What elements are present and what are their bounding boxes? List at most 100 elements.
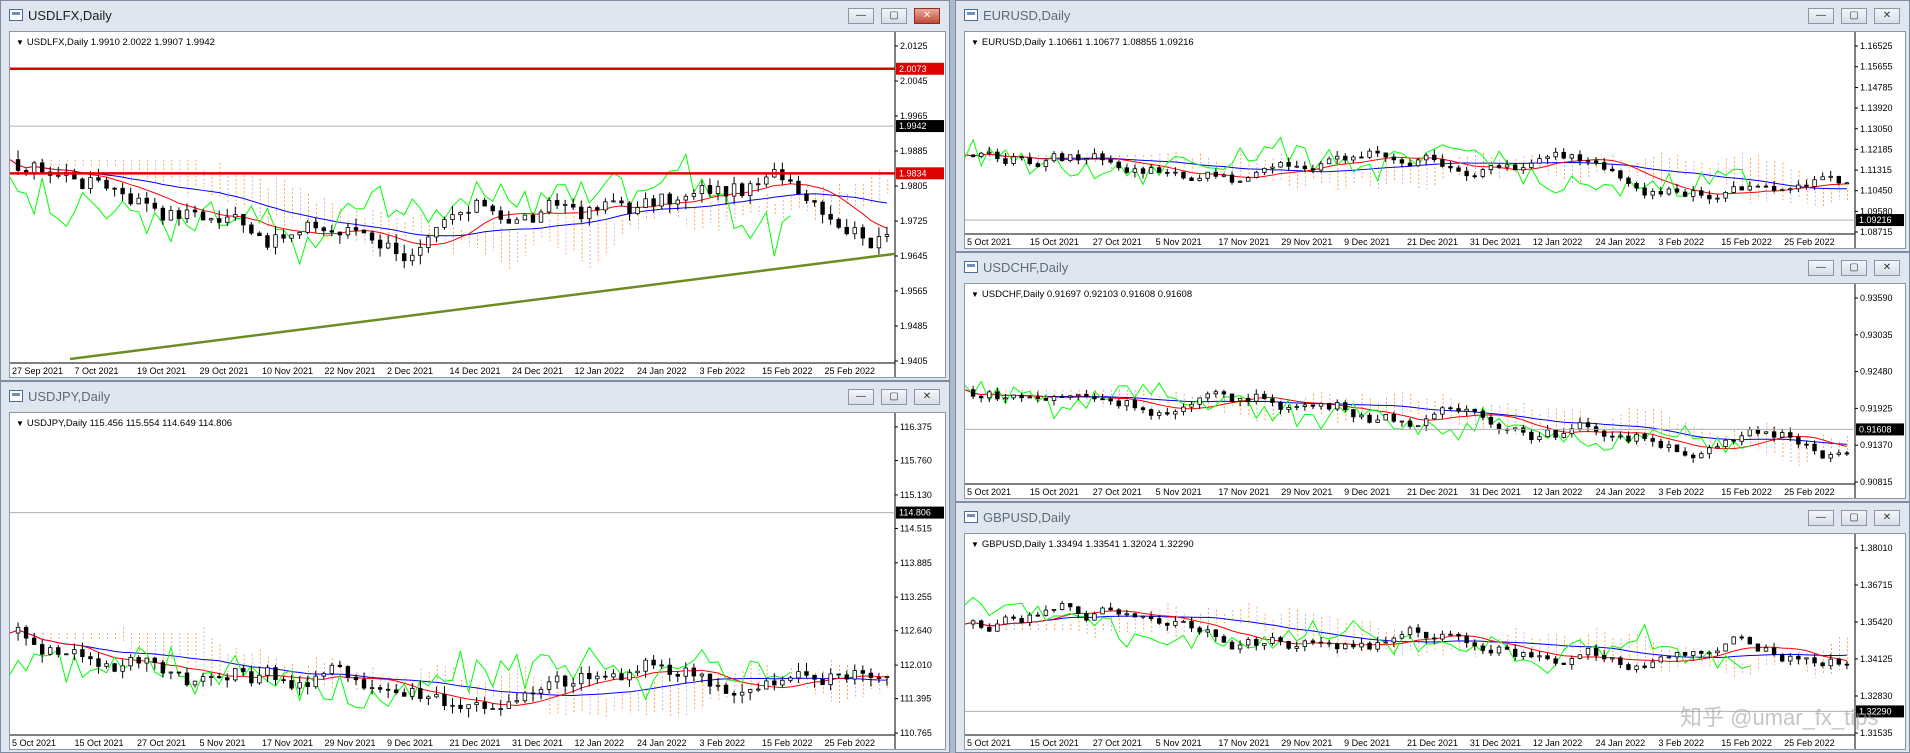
chart-menu-icon[interactable]: ▼: [971, 290, 979, 299]
chart-window-icon: [9, 390, 23, 402]
date-label: 22 Nov 2021: [325, 366, 376, 376]
date-label: 24 Dec 2021: [512, 366, 563, 376]
chart-area-usdjpy[interactable]: 116.375 115.760 115.130 114.515 113.885 113.2…: [9, 412, 946, 750]
maximize-button[interactable]: ▢: [881, 389, 907, 405]
date-label: 27 Oct 2021: [1093, 237, 1142, 247]
ichimoku-chart[interactable]: 1.16525 1.15655 1.14785 1.13920 1.13050 1.121…: [965, 32, 1905, 248]
date-label: 19 Oct 2021: [137, 366, 186, 376]
date-label: 3 Feb 2022: [700, 366, 746, 376]
date-label: 21 Dec 2021: [1407, 487, 1458, 497]
date-label: 27 Oct 2021: [1093, 487, 1142, 497]
date-label: 12 Jan 2022: [1533, 237, 1583, 247]
window-title: GBPUSD,Daily: [983, 510, 1071, 525]
minimize-button[interactable]: —: [1808, 8, 1834, 24]
price-label: 1.9885: [900, 146, 928, 156]
chikou-line: [965, 596, 1750, 674]
candles: [970, 385, 1850, 463]
price-label: 1.38010: [1860, 543, 1893, 553]
date-label: 25 Feb 2022: [825, 366, 876, 376]
window-usdlfx[interactable]: USDLFX,Daily — ▢ ✕ 2.0125 2.0045 1.9965 1.9…: [0, 0, 950, 381]
maximize-button[interactable]: ▢: [1841, 510, 1867, 526]
ichimoku-chart[interactable]: 2.0125 2.0045 1.9965 1.9885 1.9805 1.9725 1.96…: [10, 32, 945, 377]
price-label: 112.010: [900, 660, 932, 670]
tenkan-line: [10, 629, 887, 706]
titlebar-usdlfx[interactable]: USDLFX,Daily — ▢ ✕: [1, 1, 949, 31]
minimize-button[interactable]: —: [848, 389, 874, 405]
close-button[interactable]: ✕: [914, 389, 940, 405]
date-label: 15 Feb 2022: [1721, 487, 1772, 497]
price-label: 1.16525: [1860, 41, 1893, 51]
price-label: 2.0125: [900, 41, 928, 51]
close-button[interactable]: ✕: [1874, 510, 1900, 526]
date-label: 15 Feb 2022: [762, 366, 813, 376]
price-label: 2.0045: [900, 76, 928, 86]
chart-window-icon: [964, 511, 978, 523]
ichimoku-chart[interactable]: 116.375 115.760 115.130 114.515 113.885 113.2…: [10, 413, 945, 749]
window-usdjpy[interactable]: USDJPY,Daily — ▢ ✕ 116.375 115.760 115.130…: [0, 381, 950, 753]
window-usdchf[interactable]: USDCHF,Daily — ▢ ✕ 0.93590 0.93035 0.92480…: [955, 252, 1910, 502]
date-label: 9 Dec 2021: [1344, 738, 1390, 748]
date-label: 24 Jan 2022: [637, 738, 687, 748]
date-label: 9 Dec 2021: [387, 738, 433, 748]
chart-menu-icon[interactable]: ▼: [971, 38, 979, 47]
titlebar-gbpusd[interactable]: GBPUSD,Daily — ▢ ✕: [956, 503, 1909, 533]
date-label: 15 Oct 2021: [1030, 237, 1079, 247]
titlebar-eurusd[interactable]: EURUSD,Daily — ▢ ✕: [956, 1, 1909, 31]
chart-area-usdchf[interactable]: 0.93590 0.93035 0.92480 0.91925 0.91370 0.908…: [964, 283, 1906, 499]
chart-menu-icon[interactable]: ▼: [16, 38, 24, 47]
close-button[interactable]: ✕: [1874, 8, 1900, 24]
date-label: 31 Dec 2021: [512, 738, 563, 748]
date-label: 27 Sep 2021: [12, 366, 63, 376]
price-label: 0.92480: [1860, 367, 1893, 377]
minimize-button[interactable]: —: [1808, 260, 1834, 276]
maximize-button[interactable]: ▢: [881, 8, 907, 24]
titlebar-usdchf[interactable]: USDCHF,Daily — ▢ ✕: [956, 253, 1909, 283]
titlebar-usdjpy[interactable]: USDJPY,Daily — ▢ ✕: [1, 382, 949, 412]
date-label: 24 Jan 2022: [1596, 738, 1646, 748]
maximize-button[interactable]: ▢: [1841, 260, 1867, 276]
date-label: 9 Dec 2021: [1344, 487, 1390, 497]
chart-header: ▼ EURUSD,Daily 1.10661 1.10677 1.08855 1.…: [971, 37, 1194, 48]
date-label: 27 Oct 2021: [137, 738, 186, 748]
current-price-label: 1.9942: [899, 121, 927, 131]
minimize-button[interactable]: —: [848, 8, 874, 24]
date-label: 25 Feb 2022: [1784, 487, 1835, 497]
date-label: 29 Nov 2021: [1281, 738, 1332, 748]
chikou-line: [10, 152, 791, 266]
price-label: 1.9965: [900, 111, 928, 121]
date-label: 25 Feb 2022: [825, 738, 876, 748]
level-label: 2.0073: [899, 64, 927, 74]
price-label: 1.9565: [900, 286, 928, 296]
price-label: 1.36715: [1860, 580, 1893, 590]
price-label: 110.765: [900, 728, 932, 738]
close-button[interactable]: ✕: [1874, 260, 1900, 276]
window-title: EURUSD,Daily: [983, 8, 1071, 23]
date-label: 21 Dec 2021: [1407, 237, 1458, 247]
price-label: 1.15655: [1860, 62, 1893, 72]
price-label: 113.255: [900, 592, 932, 602]
maximize-button[interactable]: ▢: [1841, 8, 1867, 24]
date-label: 5 Oct 2021: [967, 487, 1011, 497]
date-label: 5 Nov 2021: [1156, 738, 1202, 748]
chart-window-icon: [964, 9, 978, 21]
date-label: 27 Oct 2021: [1093, 738, 1142, 748]
date-label: 29 Nov 2021: [1281, 487, 1332, 497]
price-label: 114.515: [900, 523, 932, 533]
date-label: 5 Oct 2021: [967, 738, 1011, 748]
minimize-button[interactable]: —: [1808, 510, 1834, 526]
price-label: 113.885: [900, 558, 932, 568]
date-label: 29 Nov 2021: [325, 738, 376, 748]
chart-menu-icon[interactable]: ▼: [971, 540, 979, 549]
price-label: 116.375: [900, 422, 932, 432]
window-eurusd[interactable]: EURUSD,Daily — ▢ ✕ 1.16525 1.15655 1.14785…: [955, 0, 1910, 252]
chart-menu-icon[interactable]: ▼: [16, 419, 24, 428]
chart-window-icon: [964, 261, 978, 273]
date-label: 3 Feb 2022: [700, 738, 746, 748]
ichimoku-chart[interactable]: 0.93590 0.93035 0.92480 0.91925 0.91370 0.908…: [965, 284, 1905, 498]
chart-area-eurusd[interactable]: 1.16525 1.15655 1.14785 1.13920 1.13050 1.121…: [964, 31, 1906, 249]
ascending-trendline: [69, 252, 896, 361]
close-button[interactable]: ✕: [914, 8, 940, 24]
price-label: 0.93590: [1860, 293, 1893, 303]
chart-area-usdlfx[interactable]: 2.0125 2.0045 1.9965 1.9885 1.9805 1.9725 1.96…: [9, 31, 946, 378]
candles: [15, 622, 890, 718]
